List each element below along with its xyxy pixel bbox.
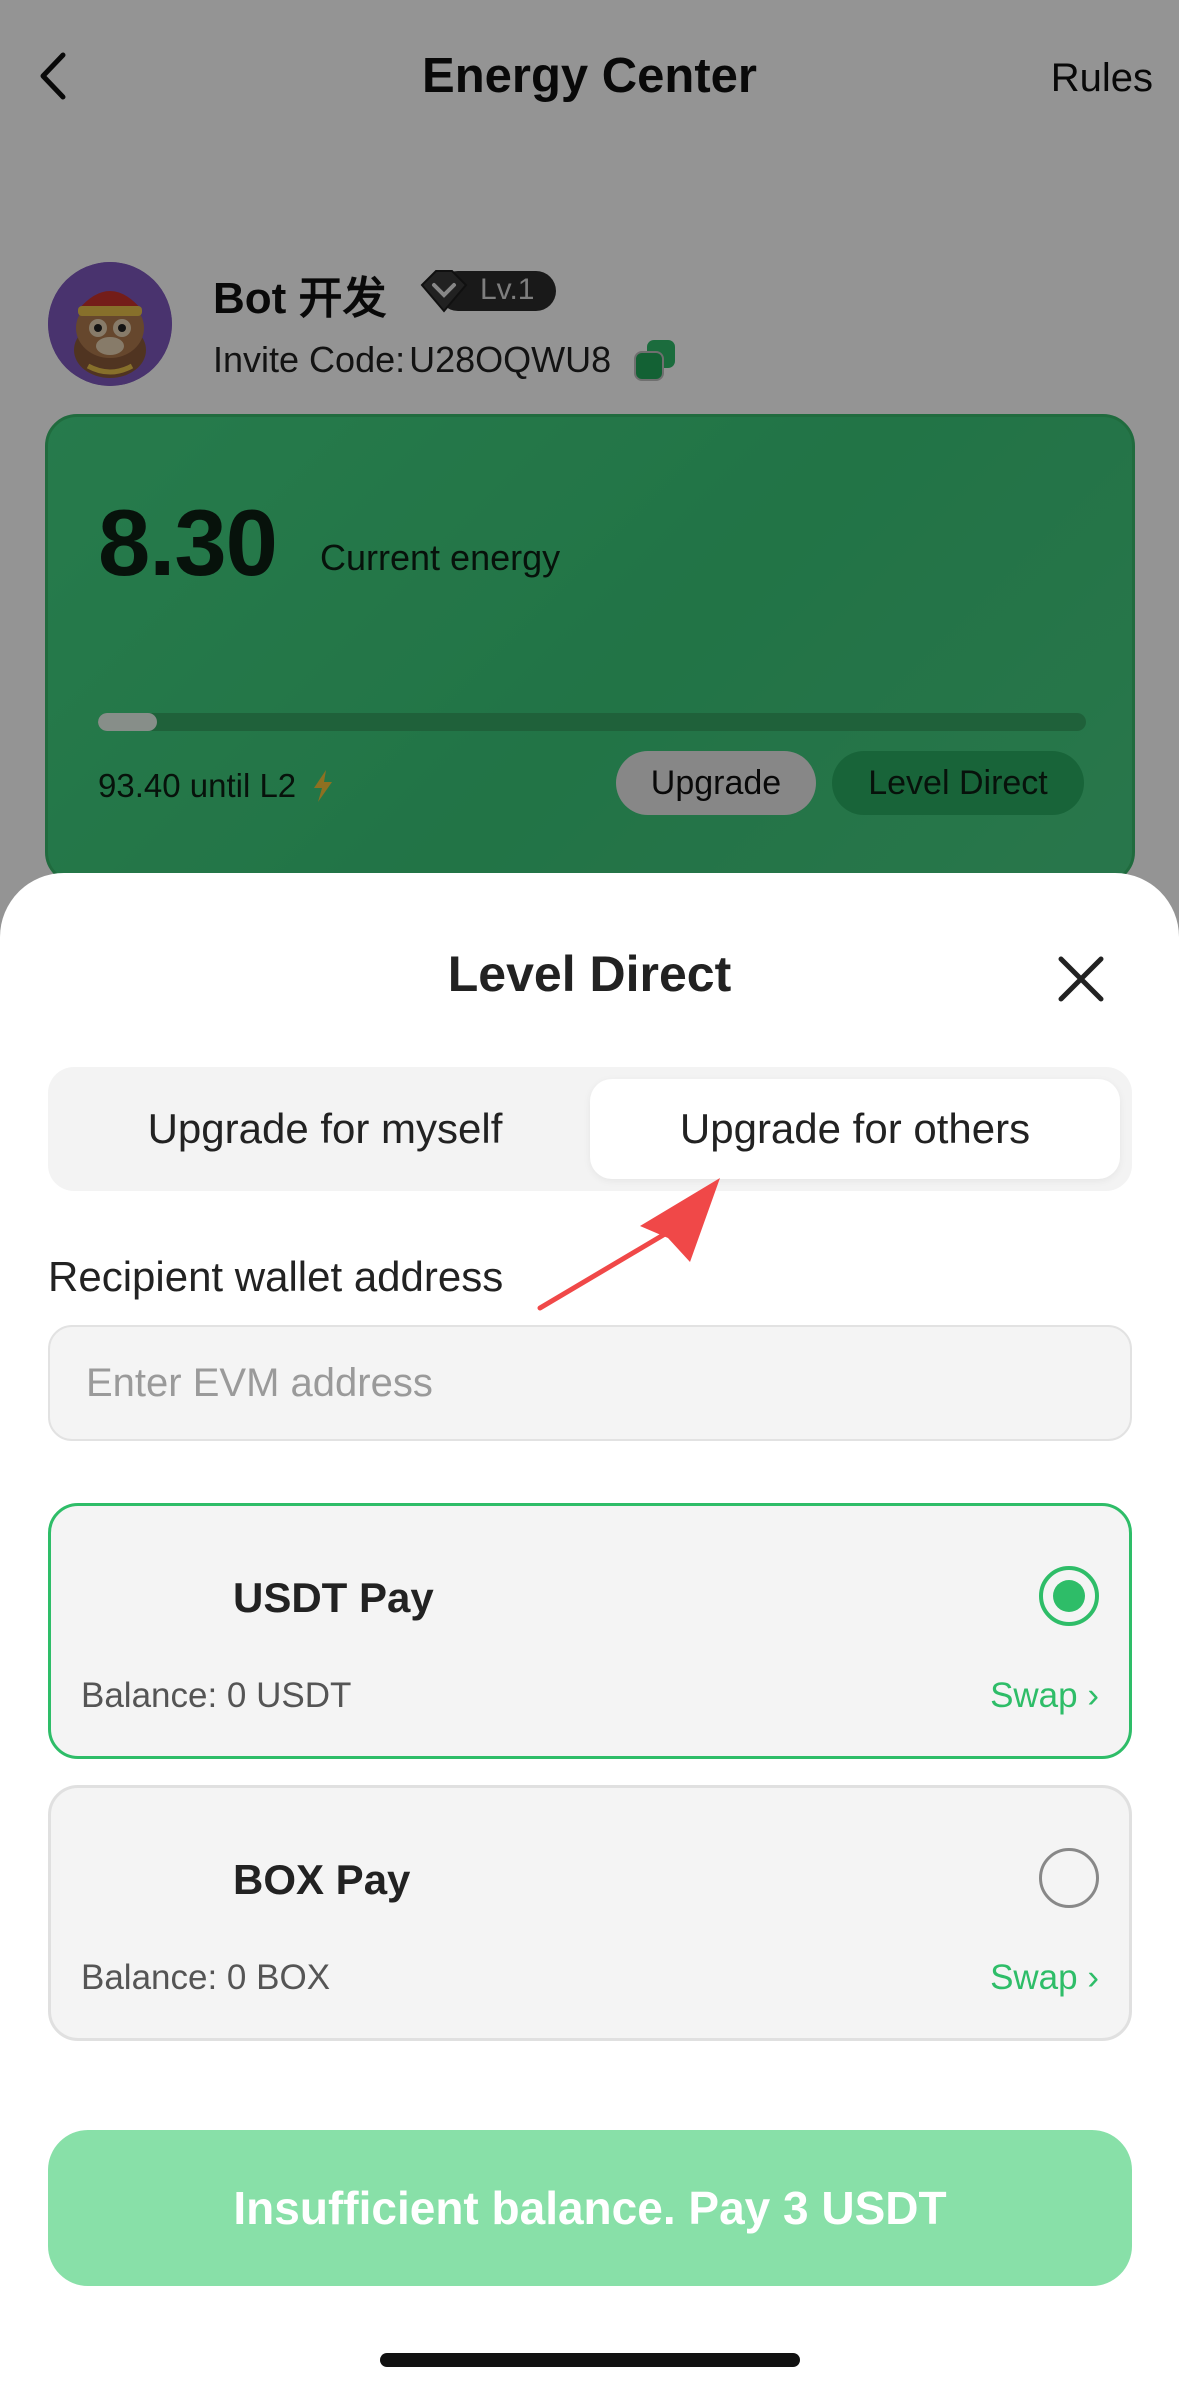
recipient-wallet-label: Recipient wallet address [48, 1253, 504, 1300]
box-pay-option[interactable]: BOX Pay Balance: 0 BOX Swap › [48, 1785, 1132, 2041]
close-icon[interactable] [1053, 951, 1109, 1007]
usdt-pay-radio[interactable] [1039, 1566, 1099, 1626]
box-pay-radio[interactable] [1039, 1848, 1099, 1908]
home-indicator [380, 2353, 800, 2367]
level-direct-sheet: Level Direct Upgrade for myself Upgrade … [0, 873, 1179, 2383]
box-swap-link[interactable]: Swap › [990, 1958, 1099, 1998]
pay-button[interactable]: Insufficient balance. Pay 3 USDT [48, 2130, 1132, 2286]
pay-option-name: BOX Pay [233, 1856, 411, 1903]
usdt-swap-link[interactable]: Swap › [990, 1676, 1099, 1716]
pay-option-balance: Balance: 0 USDT [81, 1676, 352, 1715]
tab-upgrade-for-myself[interactable]: Upgrade for myself [60, 1079, 590, 1179]
pay-option-name: USDT Pay [233, 1574, 434, 1621]
sheet-title: Level Direct [447, 946, 732, 1002]
evm-address-input[interactable] [48, 1325, 1132, 1441]
annotation-arrow-icon [537, 1178, 720, 1311]
usdt-pay-option[interactable]: USDT Pay Balance: 0 USDT Swap › [48, 1503, 1132, 1759]
pay-option-balance: Balance: 0 BOX [81, 1958, 331, 1997]
